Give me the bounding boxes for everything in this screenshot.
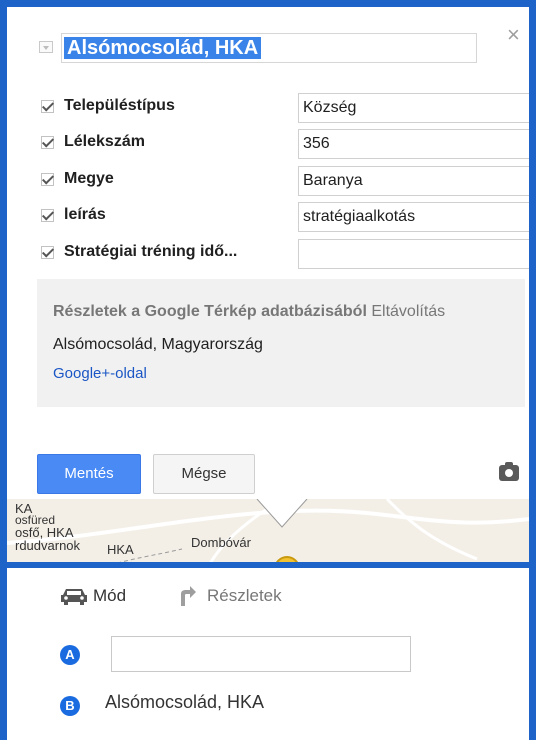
place-info-window: Alsómocsolád, HKA × Településtípus Közsé… bbox=[0, 0, 536, 562]
map-strip[interactable]: KA osfüred osfő, HKA rdudvarnok HKA Domb… bbox=[7, 499, 529, 562]
map-roads bbox=[7, 499, 529, 562]
attribute-checkbox[interactable] bbox=[41, 100, 54, 113]
destination-label[interactable]: Alsómocsolád, HKA bbox=[105, 692, 264, 713]
attribute-checkbox[interactable] bbox=[41, 173, 54, 186]
attribute-row-population: Lélekszám 356 bbox=[37, 129, 529, 159]
mode-label[interactable]: Mód bbox=[93, 586, 126, 606]
title-row: Alsómocsolád, HKA bbox=[31, 29, 511, 69]
origin-marker-icon: A bbox=[60, 645, 80, 665]
cancel-button[interactable]: Mégse bbox=[153, 454, 255, 494]
map-label: Dombóvár bbox=[191, 535, 251, 550]
attribute-checkbox[interactable] bbox=[41, 246, 54, 259]
attribute-label: Lélekszám bbox=[64, 133, 145, 150]
directions-toolbar: Mód Részletek bbox=[53, 582, 523, 608]
save-button[interactable]: Mentés bbox=[37, 454, 141, 494]
attribute-row-type: Településtípus Község bbox=[37, 93, 529, 123]
attribute-checkbox[interactable] bbox=[41, 209, 54, 222]
attribute-label: Megye bbox=[64, 170, 114, 187]
google-maps-details-panel: Részletek a Google Térkép adatbázisából … bbox=[37, 279, 525, 407]
attribute-input[interactable]: Baranya bbox=[298, 166, 529, 196]
map-label: rdudvarnok bbox=[15, 538, 81, 553]
close-icon[interactable]: × bbox=[507, 24, 520, 46]
attribute-label: Stratégiai tréning idő... bbox=[64, 243, 238, 260]
car-icon[interactable] bbox=[59, 586, 89, 606]
origin-input[interactable] bbox=[111, 636, 411, 672]
map-label: HKA bbox=[107, 542, 134, 557]
destination-marker-icon: B bbox=[60, 696, 80, 716]
place-title-text: Alsómocsolád, HKA bbox=[64, 37, 262, 59]
details-address: Alsómocsolád, Magyarország bbox=[53, 336, 263, 353]
attribute-label: leírás bbox=[64, 206, 106, 223]
attribute-input[interactable]: stratégiaalkotás bbox=[298, 202, 529, 232]
attribute-input[interactable]: 356 bbox=[298, 129, 529, 159]
details-heading-row: Részletek a Google Térkép adatbázisából … bbox=[53, 303, 445, 321]
attribute-row-county: Megye Baranya bbox=[37, 166, 529, 196]
details-label[interactable]: Részletek bbox=[207, 586, 282, 606]
attribute-input[interactable]: Község bbox=[298, 93, 529, 123]
attribute-row-training: Stratégiai tréning idő... bbox=[37, 239, 529, 269]
attribute-row-description: leírás stratégiaalkotás bbox=[37, 202, 529, 232]
attribute-checkbox[interactable] bbox=[41, 136, 54, 149]
google-plus-link[interactable]: Google+-oldal bbox=[53, 365, 147, 382]
collapse-toggle-icon[interactable] bbox=[39, 41, 53, 53]
details-heading: Részletek a Google Térkép adatbázisából bbox=[53, 303, 367, 320]
attribute-input[interactable] bbox=[298, 239, 529, 269]
directions-panel: Mód Részletek A B Alsómocsolád, HKA bbox=[0, 562, 536, 740]
remove-link[interactable]: Eltávolítás bbox=[371, 303, 445, 320]
turn-right-icon[interactable] bbox=[177, 584, 197, 606]
place-title-field[interactable]: Alsómocsolád, HKA bbox=[61, 33, 477, 63]
attribute-label: Településtípus bbox=[64, 97, 175, 114]
camera-icon[interactable] bbox=[499, 462, 519, 481]
